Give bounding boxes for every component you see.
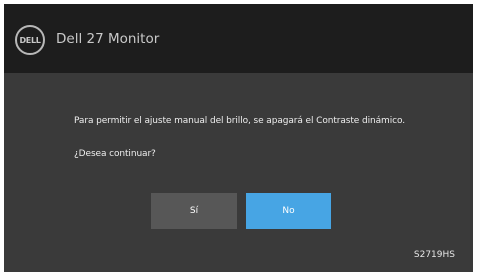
monitor-title: Dell 27 Monitor (56, 31, 160, 47)
no-button[interactable]: No (246, 193, 331, 229)
dell-logo-text: DELL (19, 35, 41, 45)
dialog-message: Para permitir el ajuste manual del brill… (74, 116, 405, 126)
osd-header: DELL Dell 27 Monitor (4, 4, 473, 73)
dell-logo: DELL (15, 25, 45, 55)
dialog-question: ¿Desea continuar? (74, 149, 156, 159)
yes-button[interactable]: Sí (151, 193, 237, 229)
model-number: S2719HS (413, 250, 455, 260)
monitor-osd: DELL Dell 27 Monitor Para permitir el aj… (4, 4, 473, 272)
